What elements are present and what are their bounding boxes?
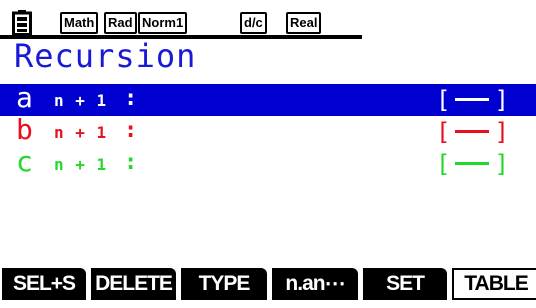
recursion-colon: : bbox=[124, 150, 138, 175]
line-style-swatch bbox=[455, 97, 490, 101]
type-button[interactable]: TYPE bbox=[181, 268, 267, 300]
recursion-term-subscript: n + 1 bbox=[54, 155, 108, 174]
delete-button[interactable]: DELETE bbox=[91, 268, 176, 300]
recursion-row-b[interactable]: b n + 1: [][—] bbox=[0, 113, 536, 148]
line-style-swatch bbox=[455, 129, 490, 133]
recursion-term-name: b bbox=[16, 113, 33, 146]
table-button[interactable]: TABLE bbox=[452, 268, 536, 300]
angle-mode-indicator: Rad bbox=[104, 12, 137, 34]
n-an-button[interactable]: n.an⋯ bbox=[272, 268, 358, 300]
complex-mode-indicator: Real bbox=[286, 12, 322, 34]
recursion-row-c[interactable]: c n + 1: [][—] bbox=[0, 145, 536, 180]
recursion-colon: : bbox=[124, 86, 138, 111]
line-style-indicator[interactable]: [][—] bbox=[436, 84, 509, 116]
line-style-indicator[interactable]: [][—] bbox=[436, 116, 509, 148]
sel-s-button[interactable]: SEL+S bbox=[2, 268, 86, 300]
line-style-indicator[interactable]: [][—] bbox=[436, 148, 509, 180]
recursion-term-name: a bbox=[16, 81, 33, 114]
battery-icon bbox=[12, 10, 32, 36]
recursion-term-name: c bbox=[16, 145, 33, 178]
recursion-row-a[interactable]: a n + 1: [][—] bbox=[0, 81, 536, 116]
recursion-term-subscript: n + 1 bbox=[54, 91, 108, 110]
set-button[interactable]: SET bbox=[363, 268, 447, 300]
math-mode-indicator: Math bbox=[60, 12, 99, 34]
fraction-mode-indicator: d/c bbox=[240, 12, 267, 34]
display-mode-indicator: Norm1 bbox=[138, 12, 188, 34]
line-style-swatch bbox=[455, 161, 490, 165]
recursion-term-subscript: n + 1 bbox=[54, 123, 108, 142]
page-title: Recursion bbox=[14, 37, 197, 75]
recursion-colon: : bbox=[124, 118, 138, 143]
